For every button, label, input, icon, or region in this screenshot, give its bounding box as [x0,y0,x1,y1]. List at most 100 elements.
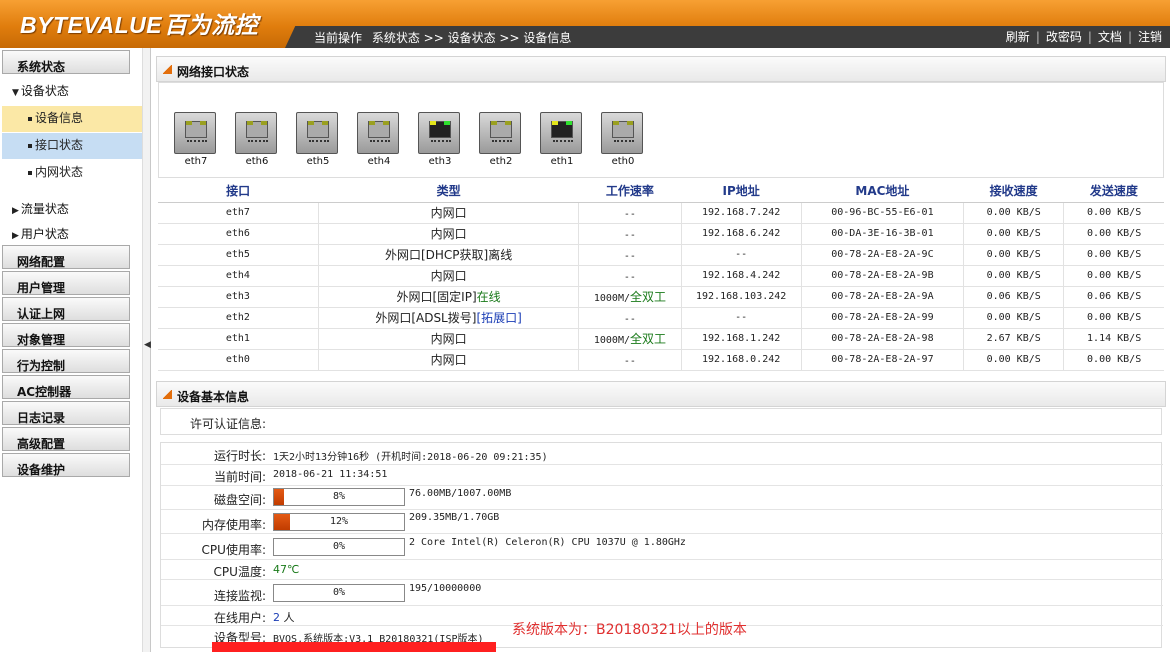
highlight-bar [212,642,496,652]
sidebar-splitter[interactable] [142,48,151,652]
ip-cell: 192.168.7.242 [681,202,802,224]
connection-row: 连接监视: 0% 195/10000000 [161,580,1163,606]
column-header: IP地址 [681,180,802,203]
tx-cell: 0.00 KB/S [1063,202,1164,224]
port-eth7[interactable]: eth7 [174,112,218,167]
table-row: eth6 内网口 -- 192.168.6.242 00-DA-3E-16-3B-01 0… [158,223,1164,245]
tx-cell: 0.00 KB/S [1063,265,1164,287]
speed-cell: -- [578,265,682,287]
tree-user-status[interactable]: ▶ 用户状态 [12,225,69,242]
tx-cell: 0.06 KB/S [1063,286,1164,308]
docs-link[interactable]: 文档 [1098,30,1122,44]
menu-system-status[interactable]: 系统状态 [2,50,130,74]
port-eth4[interactable]: eth4 [357,112,401,167]
main-content: 网络接口状态 eth7 eth6 eth5 eth4 eth3 eth2 eth1 eth0 … [152,48,1170,652]
iface-cell: eth4 [158,265,319,287]
iface-cell: eth0 [158,349,319,371]
speed-cell: 1000M/全双工 [578,286,682,308]
ip-cell: -- [681,307,802,329]
port-eth2[interactable]: eth2 [479,112,523,167]
rx-cell: 0.00 KB/S [963,307,1065,329]
ip-cell: 192.168.0.242 [681,349,802,371]
tree-traffic-status[interactable]: ▶ 流量状态 [12,200,69,217]
rx-cell: 0.00 KB/S [963,202,1065,224]
collapse-arrow-icon[interactable]: ◀ [144,340,151,350]
iface-cell: eth7 [158,202,319,224]
table-row: eth4 内网口 -- 192.168.4.242 00-78-2A-E8-2A-9B 0… [158,265,1164,287]
tree-device-status[interactable]: ▼ 设备状态 [12,82,69,99]
refresh-link[interactable]: 刷新 [1006,30,1030,44]
port-eth1[interactable]: eth1 [540,112,584,167]
disk-progress-bar: 8% [273,488,405,506]
speed-cell: -- [578,202,682,224]
logo: BYTEVALUE百为流控 [20,6,258,40]
column-header: 发送速度 [1063,180,1164,203]
table-row: eth5 外网口[DHCP获取]离线 -- -- 00-78-2A-E8-2A-9C 0.… [158,244,1164,266]
column-header: 工作速率 [578,180,682,203]
type-cell: 外网口[ADSL拨号][拓展口] [318,307,580,329]
connection-progress-bar: 0% [273,584,405,602]
tx-cell: 0.00 KB/S [1063,223,1164,245]
type-cell: 外网口[固定IP]在线 [318,286,580,308]
port-label: eth5 [306,156,330,167]
caret-down-icon: ▼ [12,88,19,98]
type-cell: 内网口 [318,202,580,224]
cpu-row: CPU使用率: 0% 2 Core Intel(R) Celeron(R) CP… [161,534,1163,560]
column-header: MAC地址 [801,180,964,203]
column-header: 类型 [318,180,579,203]
top-header: BYTEVALUE百为流控 当前操作 系统状态 >> 设备状态 >> 设备信息 … [0,0,1170,48]
port-eth0[interactable]: eth0 [601,112,645,167]
mac-cell: 00-78-2A-E8-2A-9C [801,244,965,266]
device-info-box: 运行时长: 1天2小时13分钟16秒 (开机时间:2018-06-20 09:21… [160,442,1163,648]
ip-cell: -- [681,244,802,266]
port-label: eth6 [245,156,269,167]
mac-cell: 00-78-2A-E8-2A-99 [801,307,965,329]
mac-cell: 00-DA-3E-16-3B-01 [801,223,965,245]
port-panel: eth7 eth6 eth5 eth4 eth3 eth2 eth1 eth0 [158,82,1164,178]
mac-cell: 00-78-2A-E8-2A-97 [801,349,965,371]
column-header: 接口 [158,180,319,203]
bullet-icon [28,116,32,121]
logo-cn-text: 百为流控 [164,12,259,38]
menu-behavior-control[interactable]: 行为控制 [2,349,130,373]
sub-lan-status[interactable]: 内网状态 [2,160,142,186]
interface-table: 接口 类型 工作速率 IP地址 MAC地址 接收速度 发送速度 eth7 内网口 -- 192.1… [158,180,1164,371]
menu-ac-controller[interactable]: AC控制器 [2,375,130,399]
speed-cell: -- [578,307,682,329]
top-links: 刷新 | 改密码 | 文档 | 注销 [1005,30,1162,44]
memory-progress-bar: 12% [273,513,405,531]
mac-cell: 00-78-2A-E8-2A-9A [801,286,965,308]
online-users-link[interactable]: 2 [273,611,280,624]
sub-device-info[interactable]: 设备信息 [2,106,142,132]
license-row: 许可认证信息: [160,408,1162,435]
menu-user-management[interactable]: 用户管理 [2,271,130,295]
ethernet-port-icon [357,112,399,154]
port-label: eth3 [428,156,452,167]
menu-auth-access[interactable]: 认证上网 [2,297,130,321]
port-label: eth2 [489,156,513,167]
disk-row: 磁盘空间: 8% 76.00MB/1007.00MB [161,486,1163,510]
speed-cell: -- [578,349,682,371]
ip-cell: 192.168.103.242 [681,286,802,308]
caret-right-icon: ▶ [12,206,19,216]
port-eth6[interactable]: eth6 [235,112,279,167]
port-eth3[interactable]: eth3 [418,112,462,167]
rx-cell: 0.00 KB/S [963,223,1065,245]
version-note: 系统版本为：B20180321以上的版本 [512,622,747,638]
menu-network-config[interactable]: 网络配置 [2,245,130,269]
menu-advanced-config[interactable]: 高级配置 [2,427,130,451]
port-eth5[interactable]: eth5 [296,112,340,167]
arrow-corner-icon [163,65,172,74]
ethernet-port-icon [418,112,460,154]
ethernet-port-icon [174,112,216,154]
menu-object-management[interactable]: 对象管理 [2,323,130,347]
logout-link[interactable]: 注销 [1138,30,1162,44]
change-password-link[interactable]: 改密码 [1046,30,1082,44]
menu-log-records[interactable]: 日志记录 [2,401,130,425]
sub-interface-status[interactable]: 接口状态 [2,133,142,159]
ip-cell: 192.168.4.242 [681,265,802,287]
menu-device-maintenance[interactable]: 设备维护 [2,453,130,477]
iface-cell: eth6 [158,223,319,245]
table-row: eth2 外网口[ADSL拨号][拓展口] -- -- 00-78-2A-E8-2A-9… [158,307,1164,329]
rx-cell: 0.00 KB/S [963,265,1065,287]
